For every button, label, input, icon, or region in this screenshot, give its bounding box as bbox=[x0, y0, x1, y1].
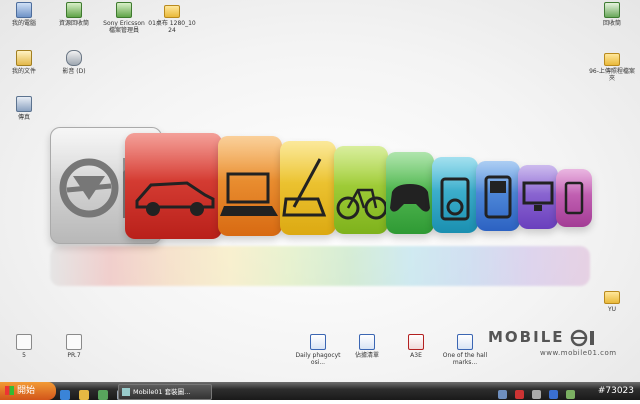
security-tray-icon[interactable] bbox=[515, 390, 525, 399]
desktop: 我的電腦 資源回收筒 Sony Ericsson 檔案管理員 01桌布 1280… bbox=[0, 0, 640, 382]
desktop-icon-upload-folder[interactable]: 96-上傳照程檔案夾 bbox=[588, 50, 636, 82]
desktop-icon-cd-drive[interactable]: 影音 (D) bbox=[50, 50, 98, 75]
mobile-phone-icon bbox=[564, 181, 584, 215]
pdf-icon bbox=[408, 334, 424, 350]
car-tile bbox=[125, 133, 222, 239]
icon-label: 回收筒 bbox=[602, 20, 621, 27]
monitor-tile bbox=[518, 165, 558, 229]
player-tile bbox=[476, 161, 520, 231]
icon-label: 影音 (D) bbox=[62, 68, 86, 75]
network-icon bbox=[66, 2, 82, 18]
car-icon bbox=[135, 181, 215, 216]
mobile01-wordmark: MOBILE bbox=[488, 328, 565, 346]
icon-label: PR.7 bbox=[67, 352, 81, 359]
monitor-icon bbox=[522, 181, 554, 211]
clock[interactable]: #73023 bbox=[598, 384, 634, 398]
icon-label: 5 bbox=[22, 352, 26, 359]
folder-icon[interactable] bbox=[79, 390, 90, 400]
word-doc-icon bbox=[359, 334, 375, 350]
desktop-icon-hallmarks[interactable]: One of the hallmarks... bbox=[441, 334, 489, 366]
taskbar: 開始 Mobile01 套裝圖... #73023 bbox=[0, 382, 640, 400]
network-tray-icon[interactable] bbox=[498, 390, 507, 399]
tablet-tile bbox=[280, 141, 336, 235]
icon-label: 96-上傳照程檔案夾 bbox=[589, 68, 635, 82]
mobile01-logo: MOBILE www.mobile01.com bbox=[488, 327, 617, 357]
laptop-icon bbox=[220, 172, 278, 216]
icon-label: 傳真 bbox=[17, 114, 30, 121]
icon-label: 01桌布 1280_1024 bbox=[148, 20, 196, 34]
folder-icon bbox=[164, 5, 180, 18]
word-doc-icon bbox=[457, 334, 473, 350]
ie-icon[interactable] bbox=[60, 390, 70, 400]
mobile01-url: www.mobile01.com bbox=[540, 348, 617, 357]
cd-drive-icon bbox=[66, 50, 82, 66]
ime-tray-icon[interactable] bbox=[566, 390, 576, 399]
desktop-icon-fax[interactable]: 傳真 bbox=[0, 96, 48, 121]
taskbar-window-label: Mobile01 套裝圖... bbox=[133, 388, 191, 396]
desktop-icon-sony-ericsson[interactable]: Sony Ericsson 檔案管理員 bbox=[100, 2, 148, 34]
icon-label: A3E bbox=[410, 352, 422, 359]
media-player-icon bbox=[484, 175, 512, 219]
fax-icon bbox=[16, 96, 32, 112]
desktop-icon-my-computer[interactable]: 我的電腦 bbox=[0, 2, 48, 27]
icon-label: 我的電腦 bbox=[11, 20, 36, 27]
phone-manager-icon bbox=[116, 2, 132, 18]
laptop-tile bbox=[218, 136, 282, 236]
desktop-icon-list[interactable]: 佔據清單 bbox=[343, 334, 391, 359]
folder-doc-icon bbox=[16, 50, 32, 66]
windows-flag-icon bbox=[5, 386, 14, 395]
desktop-icon-file-5[interactable]: 5 bbox=[0, 334, 48, 359]
wallpaper-reflection bbox=[50, 246, 590, 286]
system-tray: #73023 bbox=[498, 384, 638, 399]
word-doc-icon bbox=[310, 334, 326, 350]
mobile01-badge-icon bbox=[570, 329, 594, 346]
bicycle-icon bbox=[336, 188, 388, 220]
tablet-pen-icon bbox=[282, 158, 327, 217]
icon-label: Sony Ericsson 檔案管理員 bbox=[103, 20, 145, 34]
desktop-icon-yu-folder[interactable]: YU bbox=[588, 288, 636, 313]
desktop-icon-file-pr7[interactable]: PR.7 bbox=[50, 334, 98, 359]
start-button[interactable]: 開始 bbox=[0, 382, 56, 400]
icon-label: YU bbox=[607, 306, 617, 313]
mp3-player-icon bbox=[440, 177, 470, 221]
folder-icon bbox=[604, 291, 620, 304]
volume-tray-icon[interactable] bbox=[532, 390, 542, 399]
icon-label: One of the hallmarks... bbox=[442, 352, 488, 366]
media-icon[interactable] bbox=[98, 390, 109, 400]
bicycle-tile bbox=[334, 146, 388, 234]
icon-label: 資源回收筒 bbox=[58, 20, 89, 27]
start-label: 開始 bbox=[17, 386, 36, 396]
taskbar-window-button[interactable]: Mobile01 套裝圖... bbox=[118, 384, 212, 400]
doc-icon bbox=[16, 334, 32, 350]
doc-icon bbox=[66, 334, 82, 350]
folder-icon bbox=[604, 53, 620, 66]
phone-tile bbox=[556, 169, 592, 227]
mp3-tile bbox=[432, 157, 478, 233]
bluetooth-tray-icon[interactable] bbox=[549, 390, 559, 399]
desktop-icon-recycle-bin[interactable]: 回收筒 bbox=[588, 2, 636, 27]
desktop-icon-recycle[interactable]: 資源回收筒 bbox=[50, 2, 98, 27]
icon-label: 佔據清單 bbox=[354, 352, 379, 359]
window-icon bbox=[122, 388, 130, 396]
gamepad-icon bbox=[390, 184, 430, 212]
desktop-icon-wallpaper-folder[interactable]: 01桌布 1280_1024 bbox=[148, 2, 196, 34]
desktop-icon-my-documents[interactable]: 我的文件 bbox=[0, 50, 48, 75]
recycle-bin-icon bbox=[604, 2, 620, 18]
icon-label: 我的文件 bbox=[11, 68, 36, 75]
icon-label: Daily phagocytosi... bbox=[295, 352, 341, 366]
desktop-icon-daily-phagocytosis[interactable]: Daily phagocytosi... bbox=[294, 334, 342, 366]
desktop-icon-a3e[interactable]: A3E bbox=[392, 334, 440, 359]
computer-icon bbox=[16, 2, 32, 18]
gamepad-tile bbox=[386, 152, 434, 234]
